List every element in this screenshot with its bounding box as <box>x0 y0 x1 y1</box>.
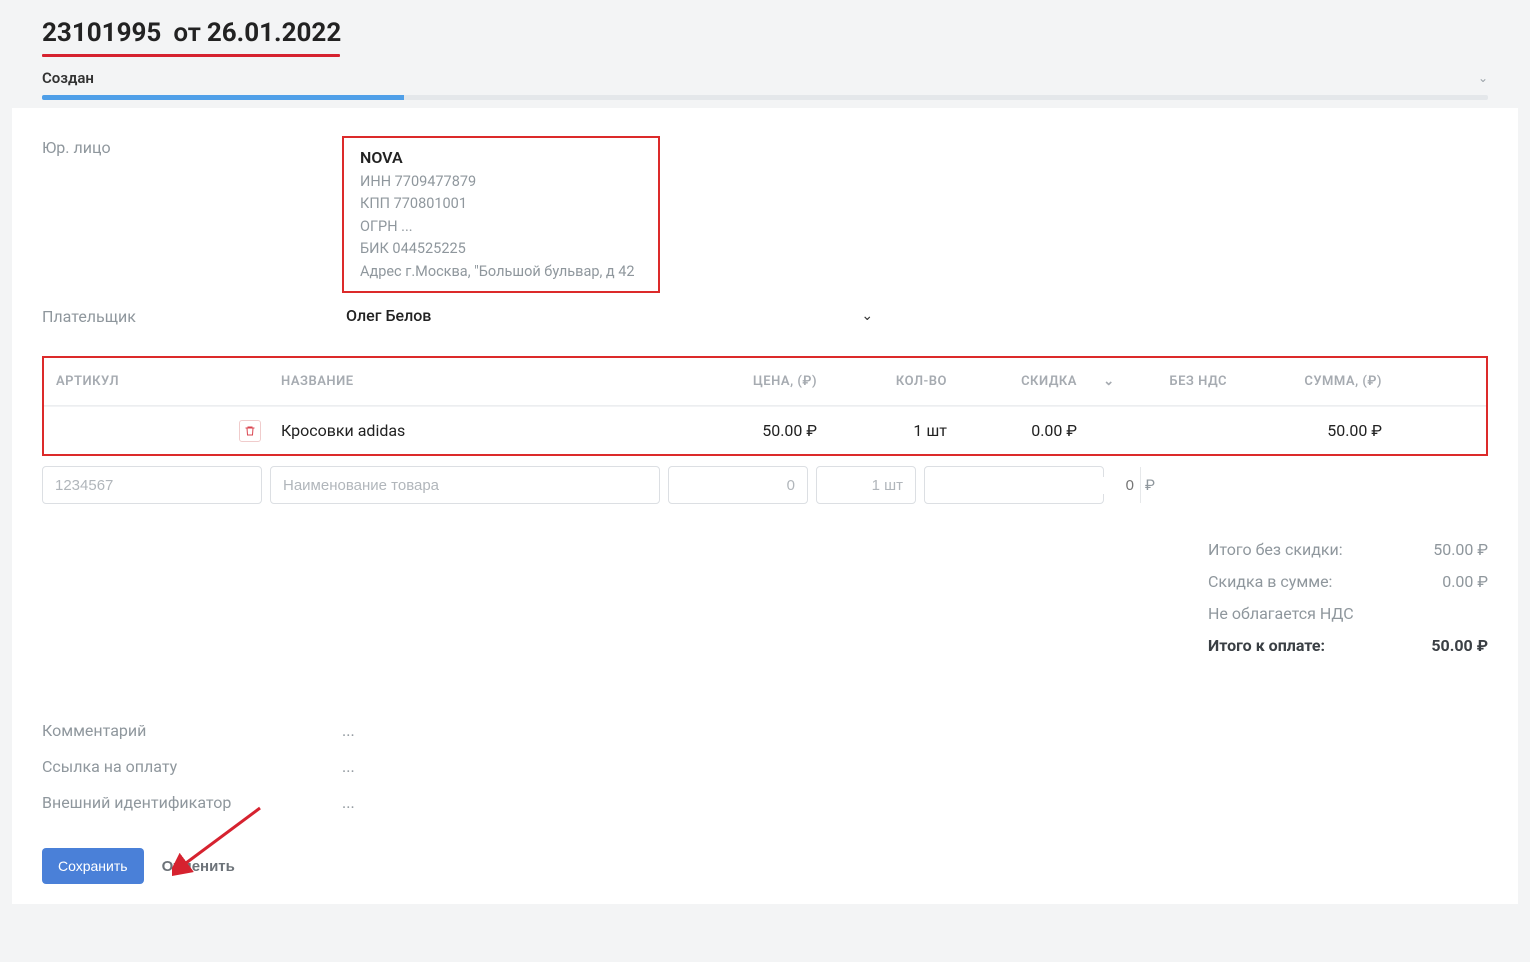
col-name: НАЗВАНИЕ <box>269 374 649 389</box>
item-discount[interactable]: 0.00 ₽ <box>959 421 1089 440</box>
save-button[interactable]: Сохранить <box>42 848 144 884</box>
item-qty[interactable]: 1 шт <box>829 421 959 440</box>
final-value: 50.00 ₽ <box>1431 630 1488 662</box>
entity-bik: БИК 044525225 <box>360 238 642 260</box>
final-label: Итого к оплате: <box>1208 630 1325 662</box>
discount-value: 0.00 ₽ <box>1442 566 1488 598</box>
order-date-prefix: от <box>173 18 200 48</box>
novat-row: Не облагается НДС <box>1208 598 1488 630</box>
button-row: Сохранить Отменить <box>42 848 1488 884</box>
entity-label: Юр. лицо <box>42 136 342 157</box>
order-number: 23101995 <box>42 18 161 48</box>
entity-row: Юр. лицо NOVA ИНН 7709477879 КПП 7708010… <box>42 136 1488 293</box>
discount-row: Скидка в сумме: 0.00 ₽ <box>1208 566 1488 598</box>
comment-row[interactable]: Комментарий ... <box>42 712 1488 748</box>
item-name[interactable]: Кросовки adidas <box>269 421 649 440</box>
entity-kpp: КПП 770801001 <box>360 193 642 215</box>
price-input[interactable] <box>668 466 808 504</box>
item-sum: 50.00 ₽ <box>1239 421 1394 440</box>
items-header: АРТИКУЛ НАЗВАНИЕ ЦЕНА, (₽) КОЛ-ВО СКИДКА… <box>44 358 1486 406</box>
name-input[interactable] <box>270 466 660 504</box>
comment-value: ... <box>342 721 355 740</box>
paylink-row[interactable]: Ссылка на оплату ... <box>42 748 1488 784</box>
payer-value[interactable]: Олег Белов <box>342 306 431 325</box>
cancel-button[interactable]: Отменить <box>162 858 235 875</box>
status-row[interactable]: Создан ⌄ <box>42 69 1488 87</box>
discount-label: Скидка в сумме: <box>1208 566 1332 598</box>
discount-input[interactable] <box>925 477 1140 494</box>
totals-block: Итого без скидки: 50.00 ₽ Скидка в сумме… <box>1208 534 1488 662</box>
final-row: Итого к оплате: 50.00 ₽ <box>1208 630 1488 662</box>
col-qty: КОЛ-ВО <box>829 374 959 389</box>
new-item-row: ₽ <box>42 466 1488 504</box>
entity-address: Адрес г.Москва, "Большой бульвар, д 42 <box>360 261 642 283</box>
order-title-row: 23101995 от 26.01.2022 <box>42 18 1518 48</box>
status-label: Создан <box>42 69 94 87</box>
chevron-down-icon: ⌄ <box>1478 71 1488 85</box>
subtotal-value: 50.00 ₽ <box>1433 534 1488 566</box>
qty-input[interactable] <box>816 466 916 504</box>
article-input[interactable] <box>42 466 262 504</box>
title-underline-annotation <box>42 54 340 57</box>
extid-value: ... <box>342 793 355 812</box>
entity-name: NOVA <box>360 148 642 167</box>
trash-icon[interactable] <box>239 420 261 442</box>
paylink-value: ... <box>342 757 355 776</box>
chevron-down-icon[interactable]: ⌄ <box>861 308 873 324</box>
order-date: 26.01.2022 <box>207 18 341 48</box>
payer-row: Плательщик Олег Белов ⌄ <box>42 305 1488 326</box>
comment-label: Комментарий <box>42 721 342 740</box>
table-row: Кросовки adidas 50.00 ₽ 1 шт 0.00 ₽ 50.0… <box>44 406 1486 454</box>
entity-inn: ИНН 7709477879 <box>360 171 642 193</box>
discount-suffix[interactable]: ₽ <box>1140 467 1165 503</box>
extid-label: Внешний идентификатор <box>42 793 342 812</box>
col-article: АРТИКУЛ <box>44 374 269 389</box>
entity-details-box[interactable]: NOVA ИНН 7709477879 КПП 770801001 ОГРН .… <box>342 136 660 293</box>
chevron-down-icon[interactable]: ⌄ <box>1089 374 1129 389</box>
items-table: АРТИКУЛ НАЗВАНИЕ ЦЕНА, (₽) КОЛ-ВО СКИДКА… <box>42 356 1488 456</box>
novat-label: Не облагается НДС <box>1208 598 1354 630</box>
status-progress <box>42 95 1488 100</box>
subtotal-row: Итого без скидки: 50.00 ₽ <box>1208 534 1488 566</box>
discount-input-wrap: ₽ <box>924 466 1104 504</box>
subtotal-label: Итого без скидки: <box>1208 534 1343 566</box>
entity-ogrn: ОГРН ... <box>360 216 642 238</box>
main-card: Юр. лицо NOVA ИНН 7709477879 КПП 7708010… <box>12 108 1518 904</box>
paylink-label: Ссылка на оплату <box>42 757 342 776</box>
col-sum: СУММА, (₽) <box>1239 374 1394 389</box>
payer-label: Плательщик <box>42 305 342 326</box>
item-price[interactable]: 50.00 ₽ <box>649 421 829 440</box>
meta-block: Комментарий ... Ссылка на оплату ... Вне… <box>42 712 1488 820</box>
col-novat: БЕЗ НДС <box>1129 374 1239 389</box>
col-discount: СКИДКА <box>959 374 1089 389</box>
extid-row[interactable]: Внешний идентификатор ... <box>42 784 1488 820</box>
col-price: ЦЕНА, (₽) <box>649 374 829 389</box>
